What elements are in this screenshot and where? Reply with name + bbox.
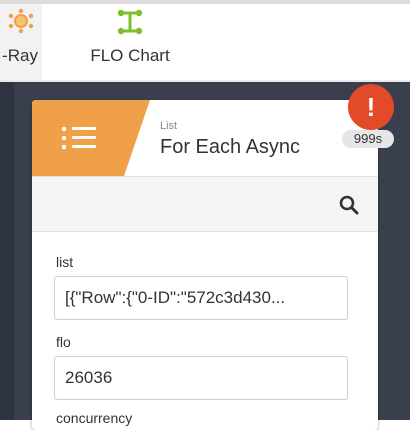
tool-flo-chart[interactable]: FLO Chart xyxy=(78,4,182,80)
canvas-left-edge xyxy=(0,82,14,420)
flo-field-label: flo xyxy=(56,334,71,350)
panel-toolbar xyxy=(32,176,378,232)
node-type-tab xyxy=(32,100,150,176)
flo-field-input[interactable]: 26036 xyxy=(54,356,348,400)
xray-icon xyxy=(7,8,35,38)
search-icon[interactable] xyxy=(338,194,360,216)
list-icon xyxy=(62,125,98,151)
top-toolbar: -Ray FLO Chart xyxy=(0,0,410,82)
list-field-input[interactable]: [{"Row":{"0-ID":"572c3d430... xyxy=(54,276,348,320)
tool-xray[interactable]: -Ray xyxy=(0,4,42,80)
node-panel[interactable]: List For Each Async list [{"Row":{"0-ID"… xyxy=(32,100,378,430)
panel-header: List For Each Async xyxy=(32,100,378,176)
alert-count-badge: 999s xyxy=(342,130,394,148)
alert-icon[interactable]: ! xyxy=(348,84,394,130)
node-category: List xyxy=(160,120,178,132)
flo-chart-icon xyxy=(116,8,144,38)
concurrency-field-label: concurrency xyxy=(56,410,133,426)
tool-flo-chart-label: FLO Chart xyxy=(90,46,170,65)
top-edge xyxy=(0,0,410,4)
tool-xray-label: -Ray xyxy=(2,46,38,65)
node-title: For Each Async xyxy=(160,136,301,158)
list-field-label: list xyxy=(56,254,74,270)
